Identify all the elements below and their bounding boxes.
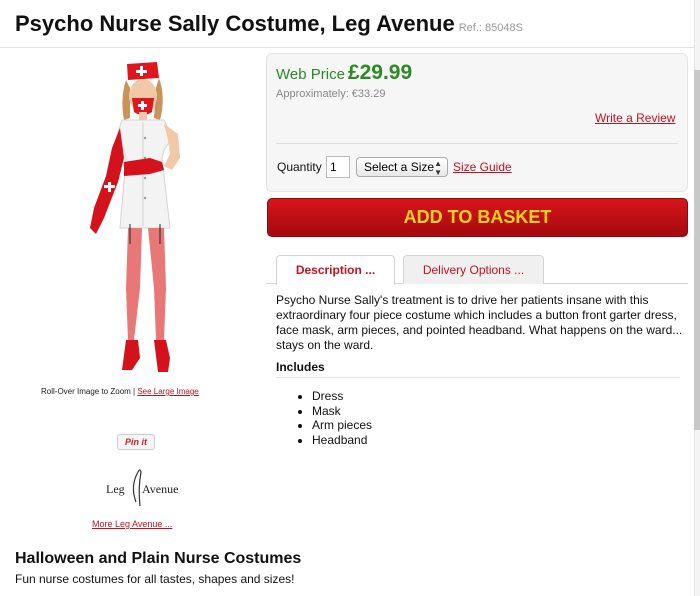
zoom-hint: Roll-Over Image to Zoom | See Large Imag…	[41, 387, 199, 396]
related-section-subtitle: Fun nurse costumes for all tastes, shape…	[15, 572, 295, 586]
list-item: Dress	[312, 389, 372, 404]
add-to-basket-button[interactable]: ADD TO BASKET	[267, 198, 688, 237]
list-item: Arm pieces	[312, 418, 372, 433]
quantity-input[interactable]: 1	[326, 156, 350, 178]
includes-divider	[276, 377, 680, 378]
includes-list: Dress Mask Arm pieces Headband	[312, 389, 372, 447]
tab-delivery-options[interactable]: Delivery Options ...	[403, 255, 544, 284]
size-guide-link[interactable]: Size Guide	[453, 160, 512, 174]
title-bar: Psycho Nurse Sally Costume, Leg Avenue Re…	[0, 0, 700, 48]
size-select[interactable]: Select a Size ▲ ▼	[356, 157, 448, 177]
product-image[interactable]	[60, 58, 230, 386]
list-item: Mask	[312, 404, 372, 419]
product-title: Psycho Nurse Sally Costume, Leg Avenue Re…	[15, 11, 523, 36]
approximate-price: Approximately: €33.29	[276, 88, 386, 100]
select-arrows-icon: ▲ ▼	[434, 159, 442, 177]
logo-right-word: Avenue	[142, 482, 178, 496]
web-price-amount: £29.99	[347, 61, 413, 84]
page-scrollbar-thumb[interactable]	[694, 70, 700, 430]
panel-divider	[276, 143, 678, 144]
write-review-link[interactable]: Write a Review	[595, 111, 675, 125]
pin-it-button[interactable]: Pin it	[117, 434, 155, 450]
includes-heading: Includes	[276, 360, 325, 374]
see-large-image-link[interactable]: See Large Image	[137, 387, 198, 396]
more-leg-avenue-link[interactable]: More Leg Avenue ...	[92, 519, 172, 529]
web-price: Web Price £29.99	[276, 61, 412, 85]
tab-description[interactable]: Description ...	[276, 255, 395, 285]
product-ref: Ref.: 85048S	[458, 22, 523, 34]
quantity-label: Quantity	[277, 160, 322, 174]
leg-avenue-logo[interactable]: Leg Avenue	[100, 466, 180, 512]
logo-left-word: Leg	[106, 482, 125, 496]
web-price-label: Web Price	[276, 66, 345, 83]
zoom-hint-text: Roll-Over Image to Zoom |	[41, 387, 136, 396]
related-section-title: Halloween and Plain Nurse Costumes	[15, 550, 302, 567]
size-select-value: Select a Size	[364, 160, 435, 174]
list-item: Headband	[312, 433, 372, 448]
product-description: Psycho Nurse Sally's treatment is to dri…	[276, 293, 683, 352]
